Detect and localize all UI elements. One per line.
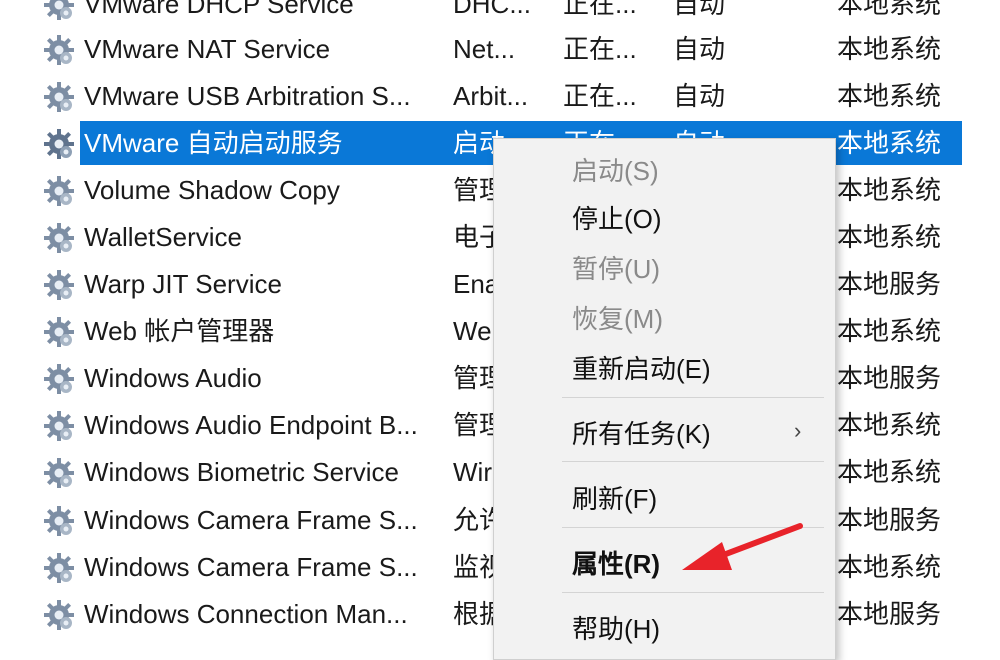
- menu-item-refresh[interactable]: 刷新(F): [572, 479, 657, 519]
- gear-icon: [44, 458, 74, 488]
- menu-item-properties[interactable]: 属性(R): [572, 544, 660, 584]
- service-startup-type: 自动: [673, 0, 726, 19]
- service-status: 正在...: [563, 0, 637, 19]
- service-name: WalletService: [84, 222, 242, 252]
- service-name: VMware DHCP Service: [84, 0, 354, 19]
- service-description: Arbit...: [453, 81, 529, 111]
- gear-icon: [44, 35, 74, 65]
- service-name: Volume Shadow Copy: [84, 175, 340, 205]
- menu-item-stop[interactable]: 停止(O): [572, 199, 662, 239]
- service-row[interactable]: VMware NAT Service Net... 正在... 自动 本地系统: [0, 26, 1000, 72]
- service-logon-as: 本地服务: [837, 505, 942, 535]
- service-logon-as: 本地系统: [837, 222, 942, 252]
- menu-item-all-tasks[interactable]: 所有任务(K): [572, 414, 711, 454]
- service-name: Warp JIT Service: [84, 269, 282, 299]
- chevron-right-icon: ›: [794, 418, 802, 443]
- context-menu: 启动(S) 停止(O) 暂停(U) 恢复(M) 重新启动(E) 所有任务(K) …: [493, 138, 836, 660]
- menu-separator: [562, 461, 824, 462]
- service-logon-as: 本地系统: [837, 410, 942, 440]
- service-row[interactable]: VMware USB Arbitration S... Arbit... 正在.…: [0, 73, 1000, 119]
- service-description: Net...: [453, 34, 516, 64]
- service-logon-as: 本地系统: [837, 81, 942, 111]
- menu-item-resume[interactable]: 恢复(M): [572, 299, 663, 339]
- red-arrow-icon: [682, 523, 803, 570]
- gear-icon: [44, 176, 74, 206]
- service-name: Windows Audio Endpoint B...: [84, 410, 418, 440]
- gear-icon: [44, 223, 74, 253]
- service-name: Windows Connection Man...: [84, 599, 408, 629]
- gear-icon: [44, 553, 74, 583]
- service-row[interactable]: VMware DHCP Service DHC... 正在... 自动 本地系统: [0, 0, 1000, 27]
- service-logon-as: 本地系统: [837, 552, 942, 582]
- service-logon-as: 本地系统: [837, 34, 942, 64]
- service-logon-as: 本地系统: [837, 175, 942, 205]
- service-logon-as: 本地服务: [837, 599, 942, 629]
- service-startup-type: 自动: [673, 34, 726, 64]
- gear-icon: [44, 506, 74, 536]
- service-startup-type: 自动: [673, 81, 726, 111]
- service-name: Windows Biometric Service: [84, 457, 399, 487]
- service-name: VMware USB Arbitration S...: [84, 81, 411, 111]
- service-description: DHC...: [453, 0, 531, 19]
- gear-icon: [44, 129, 74, 159]
- menu-separator: [562, 397, 824, 398]
- menu-separator: [562, 592, 824, 593]
- menu-item-pause[interactable]: 暂停(U): [572, 249, 660, 289]
- gear-icon: [44, 317, 74, 347]
- service-logon-as: 本地系统: [837, 316, 942, 346]
- service-name: Web 帐户管理器: [84, 316, 275, 346]
- gear-icon: [44, 411, 74, 441]
- menu-item-restart[interactable]: 重新启动(E): [572, 349, 711, 389]
- service-logon-as: 本地系统: [837, 457, 942, 487]
- menu-item-help[interactable]: 帮助(H): [572, 609, 660, 649]
- service-logon-as: 本地服务: [837, 269, 942, 299]
- gear-icon: [44, 364, 74, 394]
- gear-icon: [44, 270, 74, 300]
- menu-item-start[interactable]: 启动(S): [572, 151, 659, 191]
- service-status: 正在...: [563, 81, 637, 111]
- service-name: VMware NAT Service: [84, 34, 331, 64]
- gear-icon: [44, 600, 74, 630]
- service-name: Windows Audio: [84, 363, 262, 393]
- service-name: Windows Camera Frame S...: [84, 505, 418, 535]
- service-logon-as: 本地系统: [837, 0, 942, 19]
- service-name: VMware 自动启动服务: [84, 128, 343, 158]
- gear-icon: [44, 82, 74, 112]
- gear-icon: [44, 0, 74, 20]
- service-logon-as: 本地系统: [837, 128, 942, 158]
- service-status: 正在...: [563, 34, 637, 64]
- service-logon-as: 本地服务: [837, 363, 942, 393]
- service-name: Windows Camera Frame S...: [84, 552, 418, 582]
